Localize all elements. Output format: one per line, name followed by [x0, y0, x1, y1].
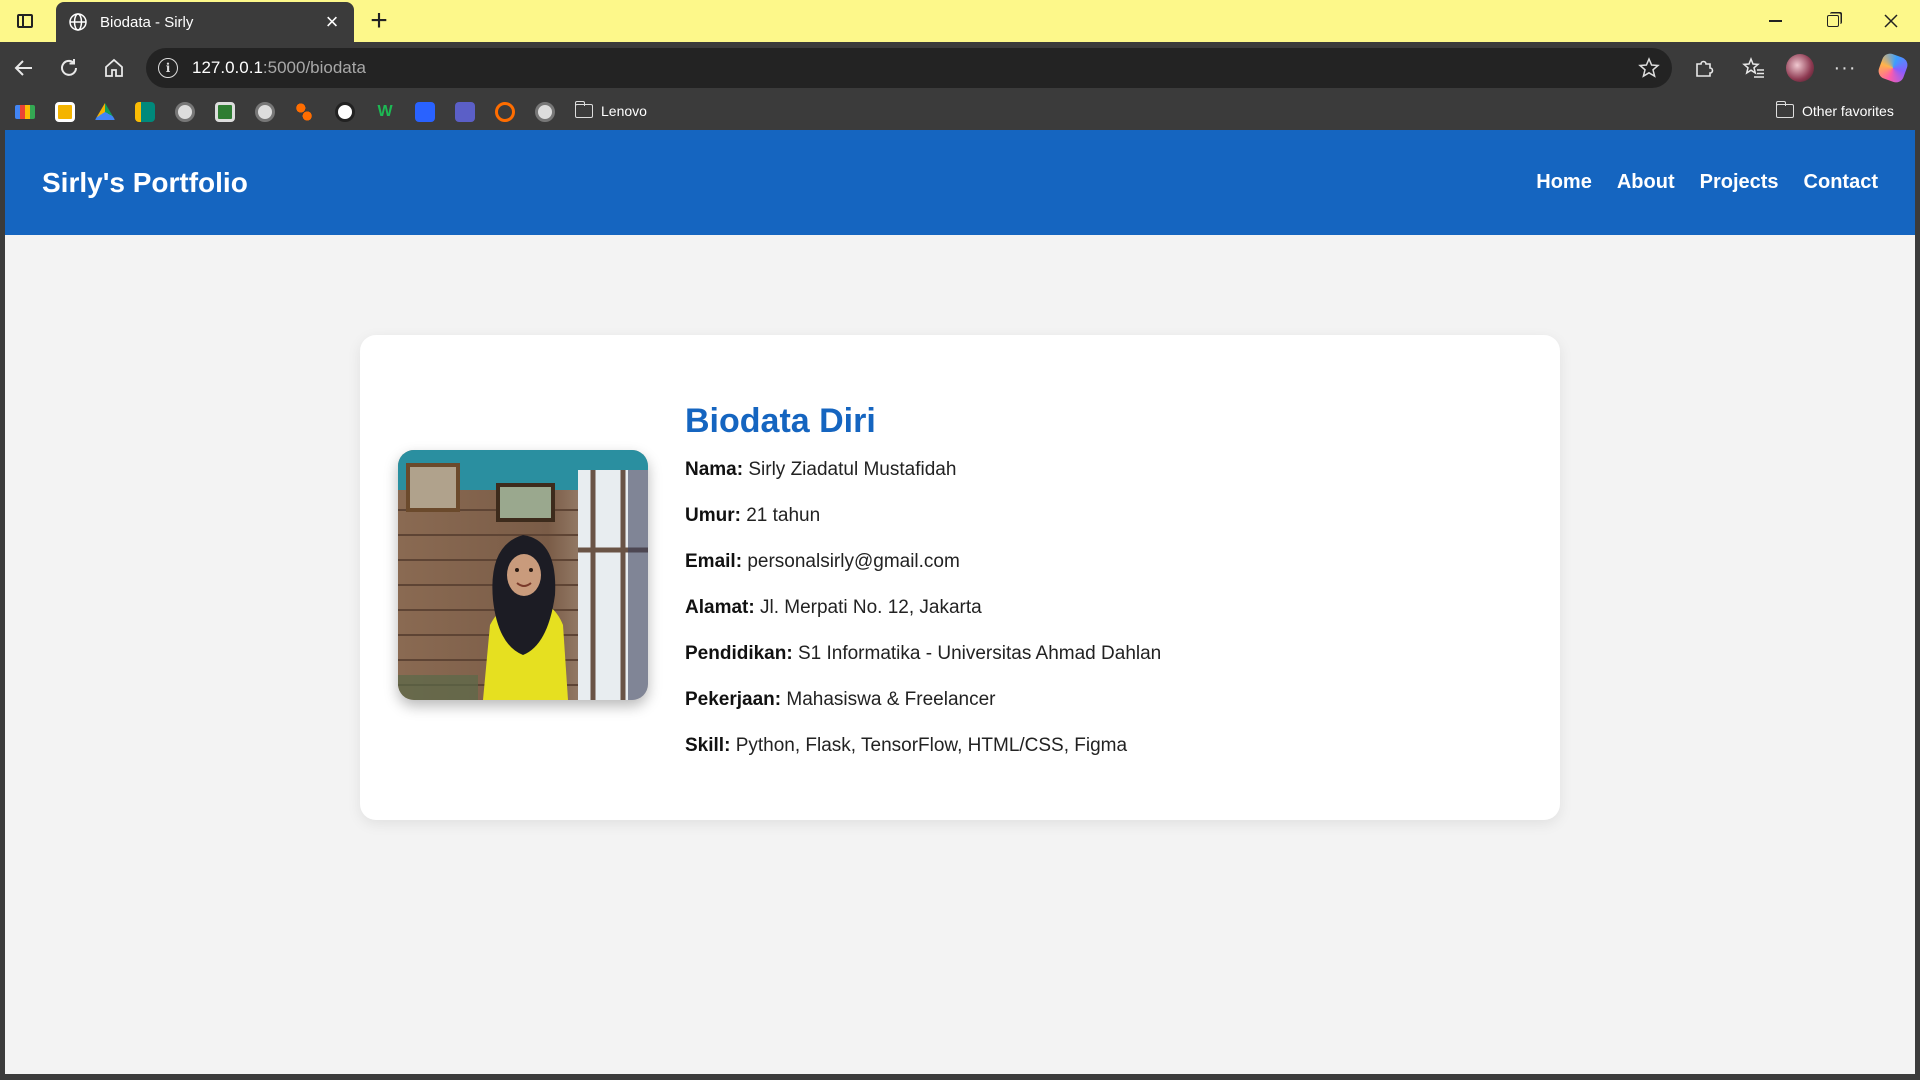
page-viewport: Sirly's Portfolio Home About Projects Co…: [5, 130, 1915, 1074]
site-brand[interactable]: Sirly's Portfolio: [42, 167, 248, 199]
settings-more-button[interactable]: ···: [1829, 52, 1861, 84]
drive-bookmark-icon[interactable]: [95, 103, 115, 120]
reload-icon: [61, 59, 77, 76]
university-bookmark-icon[interactable]: [535, 102, 555, 122]
window-bottom-border: [0, 1074, 1920, 1080]
site-nav: Home About Projects Contact: [1536, 171, 1878, 194]
folder-icon: [574, 101, 593, 118]
reload-button[interactable]: [53, 52, 85, 84]
close-window-button[interactable]: [1862, 0, 1920, 42]
info-row-pendidikan: Pendidikan: S1 Informatika - Universitas…: [685, 641, 1161, 687]
bookmarks-bar: W Lenovo Other favorites: [0, 94, 1920, 130]
blogger-bookmark-icon[interactable]: [495, 102, 515, 122]
favorites-button[interactable]: [1738, 52, 1770, 84]
biodata-card: Biodata Diri Nama: Sirly Ziadatul Mustaf…: [360, 335, 1560, 820]
teams-bookmark-icon[interactable]: [455, 102, 475, 122]
info-value: Python, Flask, TensorFlow, HTML/CSS, Fig…: [735, 735, 1128, 756]
biodata-info: Biodata Diri Nama: Sirly Ziadatul Mustaf…: [685, 402, 1161, 779]
campus-bookmark-icon[interactable]: [175, 102, 195, 122]
meet-bookmark-icon[interactable]: [135, 102, 155, 122]
info-value: Sirly Ziadatul Mustafidah: [748, 459, 957, 480]
info-value: S1 Informatika - Universitas Ahmad Dahla…: [797, 643, 1162, 664]
info-row-alamat: Alamat: Jl. Merpati No. 12, Jakarta: [685, 595, 1161, 641]
info-label: Umur:: [685, 505, 741, 526]
close-tab-icon[interactable]: ×: [322, 11, 342, 33]
info-row-pekerjaan: Pekerjaan: Mahasiswa & Freelancer: [685, 687, 1161, 733]
copilot-icon: [1876, 51, 1910, 85]
site-header: Sirly's Portfolio Home About Projects Co…: [5, 130, 1915, 235]
nav-link-contact[interactable]: Contact: [1804, 171, 1878, 194]
site-info-icon[interactable]: i: [158, 58, 178, 78]
browser-titlebar: Biodata - Sirly × +: [0, 0, 1920, 42]
browser-toolbar: i 127.0.0.1 :5000/biodata ···: [0, 42, 1920, 94]
campus-portal-bookmark-icon[interactable]: [215, 102, 235, 122]
info-label: Email:: [685, 551, 743, 572]
other-favorites-folder[interactable]: Other favorites: [1775, 101, 1894, 119]
info-row-nama: Nama: Sirly Ziadatul Mustafidah: [685, 457, 1161, 503]
page-title: Biodata Diri: [685, 402, 876, 440]
address-bar[interactable]: i 127.0.0.1 :5000/biodata: [146, 48, 1672, 88]
bookmark-folder-lenovo[interactable]: Lenovo: [574, 101, 647, 119]
info-row-umur: Umur: 21 tahun: [685, 503, 1161, 549]
url-host: 127.0.0.1: [192, 58, 263, 77]
forms-bookmark-icon[interactable]: [415, 102, 435, 122]
tab-title: Biodata - Sirly: [100, 13, 194, 31]
info-value: personalsirly@gmail.com: [747, 551, 960, 572]
window-controls: [1746, 0, 1920, 42]
puzzle-icon: [1696, 60, 1714, 77]
info-label: Alamat:: [685, 597, 755, 618]
globe-icon: [68, 12, 88, 32]
photos-bookmark-icon[interactable]: [55, 102, 75, 122]
info-row-email: Email: personalsirly@gmail.com: [685, 549, 1161, 595]
info-value: Jl. Merpati No. 12, Jakarta: [759, 597, 982, 618]
restore-icon: [1827, 15, 1839, 27]
avatar: [1786, 54, 1814, 82]
info-value: Mahasiswa & Freelancer: [786, 689, 996, 710]
profile-button[interactable]: [1784, 52, 1816, 84]
profile-photo: [398, 450, 648, 700]
chatgpt-bookmark-icon[interactable]: [335, 102, 355, 122]
wattpad-bookmark-icon[interactable]: W: [375, 102, 395, 122]
url-path: :5000/biodata: [262, 58, 366, 77]
back-button[interactable]: [8, 52, 40, 84]
arrow-left-icon: [14, 60, 32, 76]
favorite-star-icon[interactable]: [1638, 57, 1660, 79]
library-bookmark-icon[interactable]: [255, 102, 275, 122]
browser-tab-active[interactable]: Biodata - Sirly ×: [56, 2, 354, 42]
copilot-button[interactable]: [1876, 51, 1910, 85]
home-button[interactable]: [98, 52, 130, 84]
info-value: 21 tahun: [746, 505, 821, 526]
home-icon: [105, 58, 123, 77]
info-label: Skill:: [685, 735, 731, 756]
nav-link-projects[interactable]: Projects: [1700, 171, 1779, 194]
restore-button[interactable]: [1804, 0, 1862, 42]
close-icon: [1884, 14, 1898, 28]
extensions-button[interactable]: [1688, 52, 1720, 84]
bookmark-folder-label: Lenovo: [601, 103, 647, 119]
minimize-icon: [1768, 20, 1782, 22]
other-favorites-label: Other favorites: [1802, 103, 1894, 119]
sidebar-icon: [17, 14, 33, 28]
info-label: Pendidikan:: [685, 643, 793, 664]
more-dots-icon: ···: [1833, 56, 1857, 79]
gmail-bookmark-icon[interactable]: [15, 105, 35, 119]
figma-bookmark-icon[interactable]: [296, 102, 312, 122]
folder-icon: [1775, 101, 1794, 118]
info-row-skill: Skill: Python, Flask, TensorFlow, HTML/C…: [685, 733, 1161, 779]
minimize-button[interactable]: [1746, 0, 1804, 42]
nav-link-about[interactable]: About: [1617, 171, 1675, 194]
tab-actions-button[interactable]: [10, 8, 40, 34]
info-label: Pekerjaan:: [685, 689, 782, 710]
nav-link-home[interactable]: Home: [1536, 171, 1592, 194]
info-label: Nama:: [685, 459, 744, 480]
favorites-list-icon: [1742, 57, 1764, 78]
new-tab-button[interactable]: +: [364, 6, 394, 36]
